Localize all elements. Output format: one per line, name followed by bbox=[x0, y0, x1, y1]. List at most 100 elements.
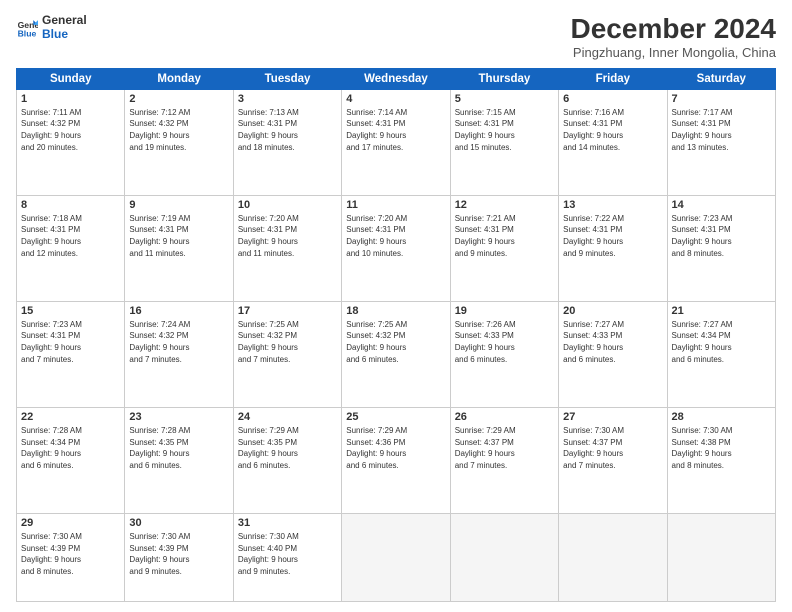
day-info: Sunrise: 7:19 AM Sunset: 4:31 PM Dayligh… bbox=[129, 213, 228, 259]
day-number: 30 bbox=[129, 517, 228, 529]
table-row: 19 Sunrise: 7:26 AM Sunset: 4:33 PM Dayli… bbox=[450, 301, 558, 407]
table-row: 31 Sunrise: 7:30 AM Sunset: 4:40 PM Dayli… bbox=[233, 513, 341, 601]
day-info: Sunrise: 7:22 AM Sunset: 4:31 PM Dayligh… bbox=[563, 213, 662, 259]
day-info: Sunrise: 7:25 AM Sunset: 4:32 PM Dayligh… bbox=[346, 319, 445, 365]
logo-line2: Blue bbox=[42, 28, 87, 42]
col-tuesday: Tuesday bbox=[233, 68, 341, 89]
day-info: Sunrise: 7:13 AM Sunset: 4:31 PM Dayligh… bbox=[238, 107, 337, 153]
day-info: Sunrise: 7:30 AM Sunset: 4:40 PM Dayligh… bbox=[238, 531, 337, 577]
day-number: 11 bbox=[346, 199, 445, 211]
table-row: 28 Sunrise: 7:30 AM Sunset: 4:38 PM Dayli… bbox=[667, 407, 775, 513]
day-number: 31 bbox=[238, 517, 337, 529]
table-row: 8 Sunrise: 7:18 AM Sunset: 4:31 PM Daylig… bbox=[17, 195, 125, 301]
day-info: Sunrise: 7:28 AM Sunset: 4:35 PM Dayligh… bbox=[129, 425, 228, 471]
day-number: 25 bbox=[346, 411, 445, 423]
table-row: 3 Sunrise: 7:13 AM Sunset: 4:31 PM Daylig… bbox=[233, 89, 341, 195]
day-info: Sunrise: 7:23 AM Sunset: 4:31 PM Dayligh… bbox=[21, 319, 120, 365]
day-number: 29 bbox=[21, 517, 120, 529]
day-number: 16 bbox=[129, 305, 228, 317]
day-number: 7 bbox=[672, 93, 771, 105]
day-number: 3 bbox=[238, 93, 337, 105]
day-info: Sunrise: 7:21 AM Sunset: 4:31 PM Dayligh… bbox=[455, 213, 554, 259]
day-info: Sunrise: 7:30 AM Sunset: 4:39 PM Dayligh… bbox=[129, 531, 228, 577]
table-row: 18Sunrise: 7:25 AM Sunset: 4:32 PM Dayli… bbox=[342, 301, 450, 407]
day-number: 9 bbox=[129, 199, 228, 211]
col-thursday: Thursday bbox=[450, 68, 558, 89]
day-number: 27 bbox=[563, 411, 662, 423]
day-number: 10 bbox=[238, 199, 337, 211]
location-subtitle: Pingzhuang, Inner Mongolia, China bbox=[571, 45, 776, 60]
calendar-table: Sunday Monday Tuesday Wednesday Thursday… bbox=[16, 68, 776, 602]
table-row bbox=[342, 513, 450, 601]
day-info: Sunrise: 7:26 AM Sunset: 4:33 PM Dayligh… bbox=[455, 319, 554, 365]
table-row: 25Sunrise: 7:29 AM Sunset: 4:36 PM Dayli… bbox=[342, 407, 450, 513]
day-info: Sunrise: 7:11 AM Sunset: 4:32 PM Dayligh… bbox=[21, 107, 120, 153]
day-info: Sunrise: 7:12 AM Sunset: 4:32 PM Dayligh… bbox=[129, 107, 228, 153]
table-row: 30 Sunrise: 7:30 AM Sunset: 4:39 PM Dayli… bbox=[125, 513, 233, 601]
day-info: Sunrise: 7:30 AM Sunset: 4:39 PM Dayligh… bbox=[21, 531, 120, 577]
table-row: 26 Sunrise: 7:29 AM Sunset: 4:37 PM Dayli… bbox=[450, 407, 558, 513]
table-row: 7 Sunrise: 7:17 AM Sunset: 4:31 PM Daylig… bbox=[667, 89, 775, 195]
day-number: 6 bbox=[563, 93, 662, 105]
table-row: 17 Sunrise: 7:25 AM Sunset: 4:32 PM Dayli… bbox=[233, 301, 341, 407]
day-number: 28 bbox=[672, 411, 771, 423]
day-number: 20 bbox=[563, 305, 662, 317]
table-row: 14Sunrise: 7:23 AM Sunset: 4:31 PM Dayli… bbox=[667, 195, 775, 301]
title-block: December 2024 Pingzhuang, Inner Mongolia… bbox=[571, 14, 776, 60]
table-row: 22 Sunrise: 7:28 AM Sunset: 4:34 PM Dayli… bbox=[17, 407, 125, 513]
day-info: Sunrise: 7:16 AM Sunset: 4:31 PM Dayligh… bbox=[563, 107, 662, 153]
day-number: 24 bbox=[238, 411, 337, 423]
table-row: 21 Sunrise: 7:27 AM Sunset: 4:34 PM Dayli… bbox=[667, 301, 775, 407]
day-info: Sunrise: 7:30 AM Sunset: 4:38 PM Dayligh… bbox=[672, 425, 771, 471]
col-sunday: Sunday bbox=[17, 68, 125, 89]
day-info: Sunrise: 7:20 AM Sunset: 4:31 PM Dayligh… bbox=[346, 213, 445, 259]
day-info: Sunrise: 7:25 AM Sunset: 4:32 PM Dayligh… bbox=[238, 319, 337, 365]
table-row: 11 Sunrise: 7:20 AM Sunset: 4:31 PM Dayli… bbox=[342, 195, 450, 301]
table-row: 9 Sunrise: 7:19 AM Sunset: 4:31 PM Daylig… bbox=[125, 195, 233, 301]
table-row: 1 Sunrise: 7:11 AM Sunset: 4:32 PM Daylig… bbox=[17, 89, 125, 195]
day-info: Sunrise: 7:14 AM Sunset: 4:31 PM Dayligh… bbox=[346, 107, 445, 153]
day-info: Sunrise: 7:29 AM Sunset: 4:37 PM Dayligh… bbox=[455, 425, 554, 471]
table-row: 20 Sunrise: 7:27 AM Sunset: 4:33 PM Dayli… bbox=[559, 301, 667, 407]
day-number: 4 bbox=[346, 93, 445, 105]
day-number: 1 bbox=[21, 93, 120, 105]
logo-icon: General Blue bbox=[16, 17, 38, 39]
day-info: Sunrise: 7:18 AM Sunset: 4:31 PM Dayligh… bbox=[21, 213, 120, 259]
table-row: 6 Sunrise: 7:16 AM Sunset: 4:31 PM Daylig… bbox=[559, 89, 667, 195]
day-info: Sunrise: 7:29 AM Sunset: 4:35 PM Dayligh… bbox=[238, 425, 337, 471]
day-number: 17 bbox=[238, 305, 337, 317]
table-row: 5Sunrise: 7:15 AM Sunset: 4:31 PM Daylig… bbox=[450, 89, 558, 195]
day-number: 26 bbox=[455, 411, 554, 423]
logo-line1: General bbox=[42, 14, 87, 28]
col-wednesday: Wednesday bbox=[342, 68, 450, 89]
table-row: 13 Sunrise: 7:22 AM Sunset: 4:31 PM Dayli… bbox=[559, 195, 667, 301]
day-number: 13 bbox=[563, 199, 662, 211]
day-number: 23 bbox=[129, 411, 228, 423]
table-row: 4 Sunrise: 7:14 AM Sunset: 4:31 PM Daylig… bbox=[342, 89, 450, 195]
table-row: 27 Sunrise: 7:30 AM Sunset: 4:37 PM Dayli… bbox=[559, 407, 667, 513]
header: General Blue General Blue December 2024 … bbox=[16, 14, 776, 60]
month-title: December 2024 bbox=[571, 14, 776, 45]
day-number: 21 bbox=[672, 305, 771, 317]
table-row: 12Sunrise: 7:21 AM Sunset: 4:31 PM Dayli… bbox=[450, 195, 558, 301]
table-row: 2 Sunrise: 7:12 AM Sunset: 4:32 PM Daylig… bbox=[125, 89, 233, 195]
day-info: Sunrise: 7:27 AM Sunset: 4:33 PM Dayligh… bbox=[563, 319, 662, 365]
table-row bbox=[450, 513, 558, 601]
day-info: Sunrise: 7:15 AM Sunset: 4:31 PM Dayligh… bbox=[455, 107, 554, 153]
day-number: 8 bbox=[21, 199, 120, 211]
day-number: 19 bbox=[455, 305, 554, 317]
day-info: Sunrise: 7:30 AM Sunset: 4:37 PM Dayligh… bbox=[563, 425, 662, 471]
table-row bbox=[559, 513, 667, 601]
day-info: Sunrise: 7:27 AM Sunset: 4:34 PM Dayligh… bbox=[672, 319, 771, 365]
table-row: 24 Sunrise: 7:29 AM Sunset: 4:35 PM Dayli… bbox=[233, 407, 341, 513]
day-info: Sunrise: 7:24 AM Sunset: 4:32 PM Dayligh… bbox=[129, 319, 228, 365]
day-info: Sunrise: 7:23 AM Sunset: 4:31 PM Dayligh… bbox=[672, 213, 771, 259]
day-info: Sunrise: 7:28 AM Sunset: 4:34 PM Dayligh… bbox=[21, 425, 120, 471]
day-number: 2 bbox=[129, 93, 228, 105]
col-friday: Friday bbox=[559, 68, 667, 89]
page: General Blue General Blue December 2024 … bbox=[0, 0, 792, 612]
day-info: Sunrise: 7:17 AM Sunset: 4:31 PM Dayligh… bbox=[672, 107, 771, 153]
table-row: 29 Sunrise: 7:30 AM Sunset: 4:39 PM Dayli… bbox=[17, 513, 125, 601]
day-number: 22 bbox=[21, 411, 120, 423]
table-row: 15Sunrise: 7:23 AM Sunset: 4:31 PM Dayli… bbox=[17, 301, 125, 407]
